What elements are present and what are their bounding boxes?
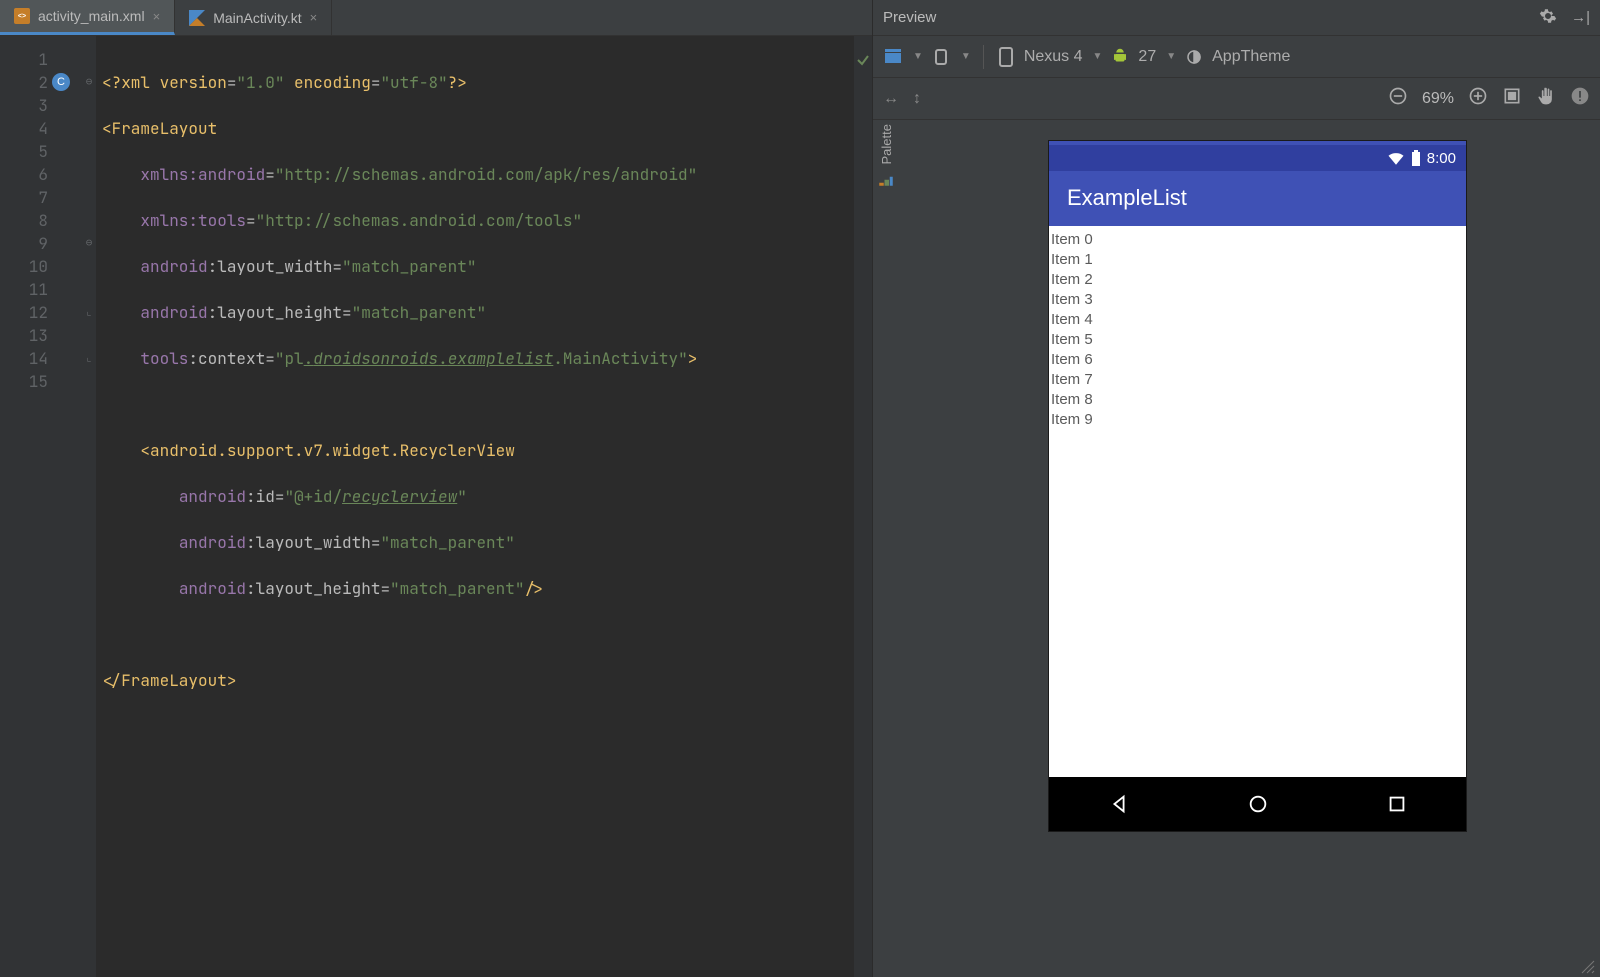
palette-label: Palette [879, 124, 894, 164]
tab-main-activity[interactable]: MainActivity.kt × [175, 0, 332, 35]
app-bar: ExampleList [1049, 171, 1466, 225]
line-number: 9 [0, 232, 74, 255]
preview-zoom-bar: ↔ ↕ 69% [873, 78, 1600, 120]
close-icon[interactable]: × [153, 9, 161, 24]
code-content[interactable]: <?xml version="1.0" encoding="utf-8"?> <… [96, 36, 854, 977]
list-item[interactable]: Item 5 [1051, 330, 1464, 350]
list-item[interactable]: Item 2 [1051, 270, 1464, 290]
line-number: 5 [0, 140, 74, 163]
pan-horizontal-icon[interactable]: ↔ [883, 90, 899, 108]
xml-file-icon: <> [14, 8, 30, 24]
fold-column: ⊖ ⊖ ⌞ ⌞ [82, 36, 96, 977]
palette-tab[interactable]: Palette [873, 120, 899, 220]
line-number: 2C [0, 71, 74, 94]
android-icon [1110, 47, 1130, 67]
tab-activity-main[interactable]: <> activity_main.xml × [0, 0, 175, 35]
chevron-down-icon[interactable]: ▼ [961, 51, 971, 62]
device-selector[interactable]: Nexus 4 [1024, 48, 1083, 66]
editor-tabs: <> activity_main.xml × MainActivity.kt × [0, 0, 872, 36]
fold-end-icon[interactable]: ⌞ [82, 301, 96, 324]
battery-icon [1411, 150, 1421, 166]
orientation-icon[interactable] [931, 47, 951, 67]
line-number: 10 [0, 255, 74, 278]
list-item[interactable]: Item 4 [1051, 310, 1464, 330]
recycler-view[interactable]: Item 0 Item 1 Item 2 Item 3 Item 4 Item … [1049, 225, 1466, 777]
line-number: 4 [0, 117, 74, 140]
list-item[interactable]: Item 1 [1051, 250, 1464, 270]
line-number: 1 [0, 48, 74, 71]
tab-label: activity_main.xml [38, 8, 145, 24]
resize-grip-icon[interactable] [1580, 959, 1596, 975]
preview-toolbar: ▼ ▼ Nexus 4 ▼ 27 ▼ AppTheme [873, 36, 1600, 78]
preview-canvas[interactable]: Palette 8:00 ExampleList Item 0 Item 1 I… [873, 120, 1600, 977]
pan-tool-icon[interactable] [1536, 86, 1556, 111]
line-number: 13 [0, 324, 74, 347]
nav-back-icon[interactable] [1108, 793, 1130, 815]
list-item[interactable]: Item 3 [1051, 290, 1464, 310]
fold-start-icon[interactable]: ⊖ [82, 71, 96, 94]
chevron-down-icon[interactable]: ▼ [913, 51, 923, 62]
fold-start-icon[interactable]: ⊖ [82, 232, 96, 255]
device-icon [996, 47, 1016, 67]
list-item[interactable]: Item 6 [1051, 350, 1464, 370]
chevron-down-icon[interactable]: ▼ [1166, 51, 1176, 62]
class-gutter-icon[interactable]: C [52, 73, 70, 91]
line-number: 7 [0, 186, 74, 209]
design-surface-icon[interactable] [883, 47, 903, 67]
status-bar: 8:00 [1049, 141, 1466, 171]
kotlin-file-icon [189, 10, 205, 26]
zoom-level[interactable]: 69% [1422, 90, 1454, 108]
line-number: 6 [0, 163, 74, 186]
list-item[interactable]: Item 0 [1051, 230, 1464, 250]
gear-icon[interactable] [1539, 7, 1557, 29]
warnings-icon[interactable] [1570, 86, 1590, 111]
preview-title: Preview [883, 9, 936, 26]
navigation-bar [1049, 777, 1466, 831]
close-icon[interactable]: × [310, 10, 318, 25]
preview-header: Preview →| [873, 0, 1600, 36]
editor-pane: <> activity_main.xml × MainActivity.kt ×… [0, 0, 873, 977]
list-item[interactable]: Item 7 [1051, 370, 1464, 390]
line-number-gutter: 1 2C 3 4 5 6 7 8 9 10 11 12 13 14 15 [0, 36, 82, 977]
line-number: 12 [0, 301, 74, 324]
zoom-out-icon[interactable] [1388, 86, 1408, 111]
list-item[interactable]: Item 9 [1051, 410, 1464, 430]
api-selector[interactable]: 27 [1138, 48, 1156, 66]
pan-vertical-icon[interactable]: ↕ [913, 90, 921, 108]
device-preview[interactable]: 8:00 ExampleList Item 0 Item 1 Item 2 It… [1048, 140, 1467, 832]
line-number: 15 [0, 370, 74, 393]
hide-panel-icon[interactable]: →| [1571, 9, 1590, 26]
zoom-fit-icon[interactable] [1502, 86, 1522, 111]
zoom-in-icon[interactable] [1468, 86, 1488, 111]
line-number: 14 [0, 347, 74, 370]
nav-home-icon[interactable] [1247, 793, 1269, 815]
code-editor[interactable]: 1 2C 3 4 5 6 7 8 9 10 11 12 13 14 15 ⊖ ⊖… [0, 36, 872, 977]
palette-icon [877, 170, 895, 188]
app-title: ExampleList [1067, 185, 1187, 211]
fold-end-icon[interactable]: ⌞ [82, 347, 96, 370]
ok-marker-icon [854, 48, 872, 71]
line-number: 3 [0, 94, 74, 117]
wifi-icon [1387, 151, 1405, 165]
theme-selector[interactable]: AppTheme [1212, 48, 1290, 66]
error-stripe [854, 36, 872, 977]
tab-label: MainActivity.kt [213, 10, 301, 26]
preview-pane: Preview →| ▼ ▼ Nexus 4 ▼ 27 ▼ AppThe [873, 0, 1600, 977]
status-time: 8:00 [1427, 150, 1456, 167]
line-number: 8 [0, 209, 74, 232]
list-item[interactable]: Item 8 [1051, 390, 1464, 410]
chevron-down-icon[interactable]: ▼ [1093, 51, 1103, 62]
theme-icon [1184, 47, 1204, 67]
line-number: 11 [0, 278, 74, 301]
nav-recent-icon[interactable] [1386, 793, 1408, 815]
